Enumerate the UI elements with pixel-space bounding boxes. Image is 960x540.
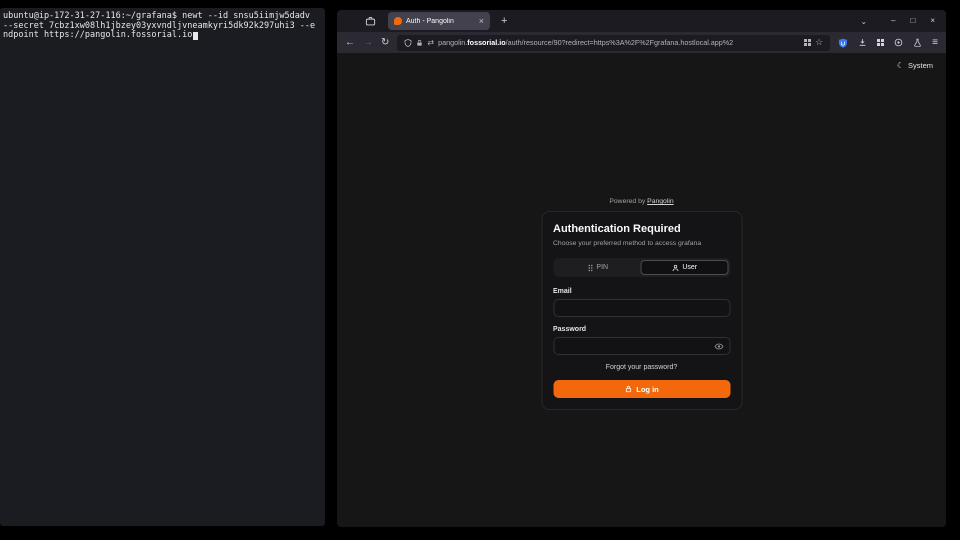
- tab-pin-label: PIN: [596, 264, 608, 271]
- login-button-label: Log in: [636, 385, 659, 394]
- window-controls: – □ ×: [891, 17, 935, 25]
- tab-bar: Auth - Pangolin × + ⌄ – □ ×: [337, 10, 946, 32]
- download-icon[interactable]: [858, 38, 867, 47]
- bookmark-star-icon[interactable]: ☆: [815, 38, 823, 47]
- tabbar-right: ⌄ – □ ×: [860, 17, 938, 26]
- card-title: Authentication Required: [553, 223, 730, 236]
- firefox-view-icon[interactable]: [361, 13, 379, 29]
- terminal-line: ndpoint https://pangolin.fossorial.io: [3, 31, 322, 41]
- auth-method-tabs: PIN User: [553, 258, 730, 277]
- minimize-button[interactable]: –: [891, 17, 895, 25]
- close-window-button[interactable]: ×: [930, 17, 935, 25]
- browser-tab-active[interactable]: Auth - Pangolin ×: [388, 12, 490, 30]
- card-subtitle: Choose your preferred method to access g…: [553, 240, 730, 248]
- flask-icon[interactable]: [913, 38, 922, 47]
- back-button[interactable]: ←: [345, 38, 355, 48]
- reload-button[interactable]: ↻: [381, 38, 389, 48]
- powered-by: Powered by Pangolin: [337, 198, 946, 205]
- lock-icon[interactable]: [416, 39, 423, 47]
- tab-user-label: User: [682, 264, 697, 271]
- page-content: ☾ System Powered by Pangolin Authenticat…: [337, 53, 946, 527]
- terminal-cursor: [193, 32, 198, 40]
- maximize-button[interactable]: □: [910, 17, 915, 25]
- container-grid-icon[interactable]: [804, 39, 811, 46]
- pangolin-favicon-icon: [394, 17, 402, 25]
- record-circle-icon[interactable]: [894, 38, 903, 47]
- tab-close-icon[interactable]: ×: [479, 17, 484, 26]
- email-field[interactable]: [553, 299, 730, 317]
- password-field[interactable]: [553, 337, 730, 355]
- eye-icon[interactable]: [714, 342, 723, 351]
- terminal-window[interactable]: ubuntu@ip-172-31-27-116:~/grafana$ newt …: [0, 8, 325, 526]
- pangolin-link[interactable]: Pangolin: [647, 198, 673, 205]
- login-button[interactable]: Log in: [553, 380, 730, 398]
- keypad-dots-icon: [587, 264, 593, 272]
- new-tab-button[interactable]: +: [501, 16, 507, 27]
- list-tabs-chevron-icon[interactable]: ⌄: [860, 17, 867, 26]
- tab-user[interactable]: User: [641, 260, 729, 275]
- tab-pin[interactable]: PIN: [555, 260, 641, 275]
- theme-toggle-label: System: [908, 61, 933, 70]
- forgot-password-link[interactable]: Forgot your password?: [553, 363, 730, 372]
- browser-window: Auth - Pangolin × + ⌄ – □ × ← → ↻ ⇄ pang…: [337, 10, 946, 527]
- permissions-swap-icon[interactable]: ⇄: [427, 39, 434, 47]
- password-label: Password: [553, 325, 730, 334]
- auth-card: Authentication Required Choose your pref…: [541, 211, 742, 410]
- shield-icon[interactable]: [404, 39, 412, 47]
- lock-icon: [624, 385, 632, 393]
- email-label: Email: [553, 287, 730, 296]
- url-text: pangolin.fossorial.io/auth/resource/90?r…: [438, 38, 800, 47]
- browser-toolbar: ← → ↻ ⇄ pangolin.fossorial.io/auth/resou…: [337, 32, 946, 53]
- moon-icon: ☾: [897, 62, 904, 70]
- toolbar-extensions: ≡: [838, 38, 938, 48]
- extensions-icon[interactable]: [877, 39, 884, 46]
- user-icon: [671, 264, 679, 272]
- theme-toggle[interactable]: ☾ System: [897, 61, 933, 70]
- forward-button[interactable]: →: [363, 38, 373, 48]
- ublock-shield-icon[interactable]: [838, 38, 848, 48]
- hamburger-menu-icon[interactable]: ≡: [932, 38, 938, 48]
- tab-title: Auth - Pangolin: [406, 18, 475, 25]
- url-bar[interactable]: ⇄ pangolin.fossorial.io/auth/resource/90…: [397, 35, 830, 51]
